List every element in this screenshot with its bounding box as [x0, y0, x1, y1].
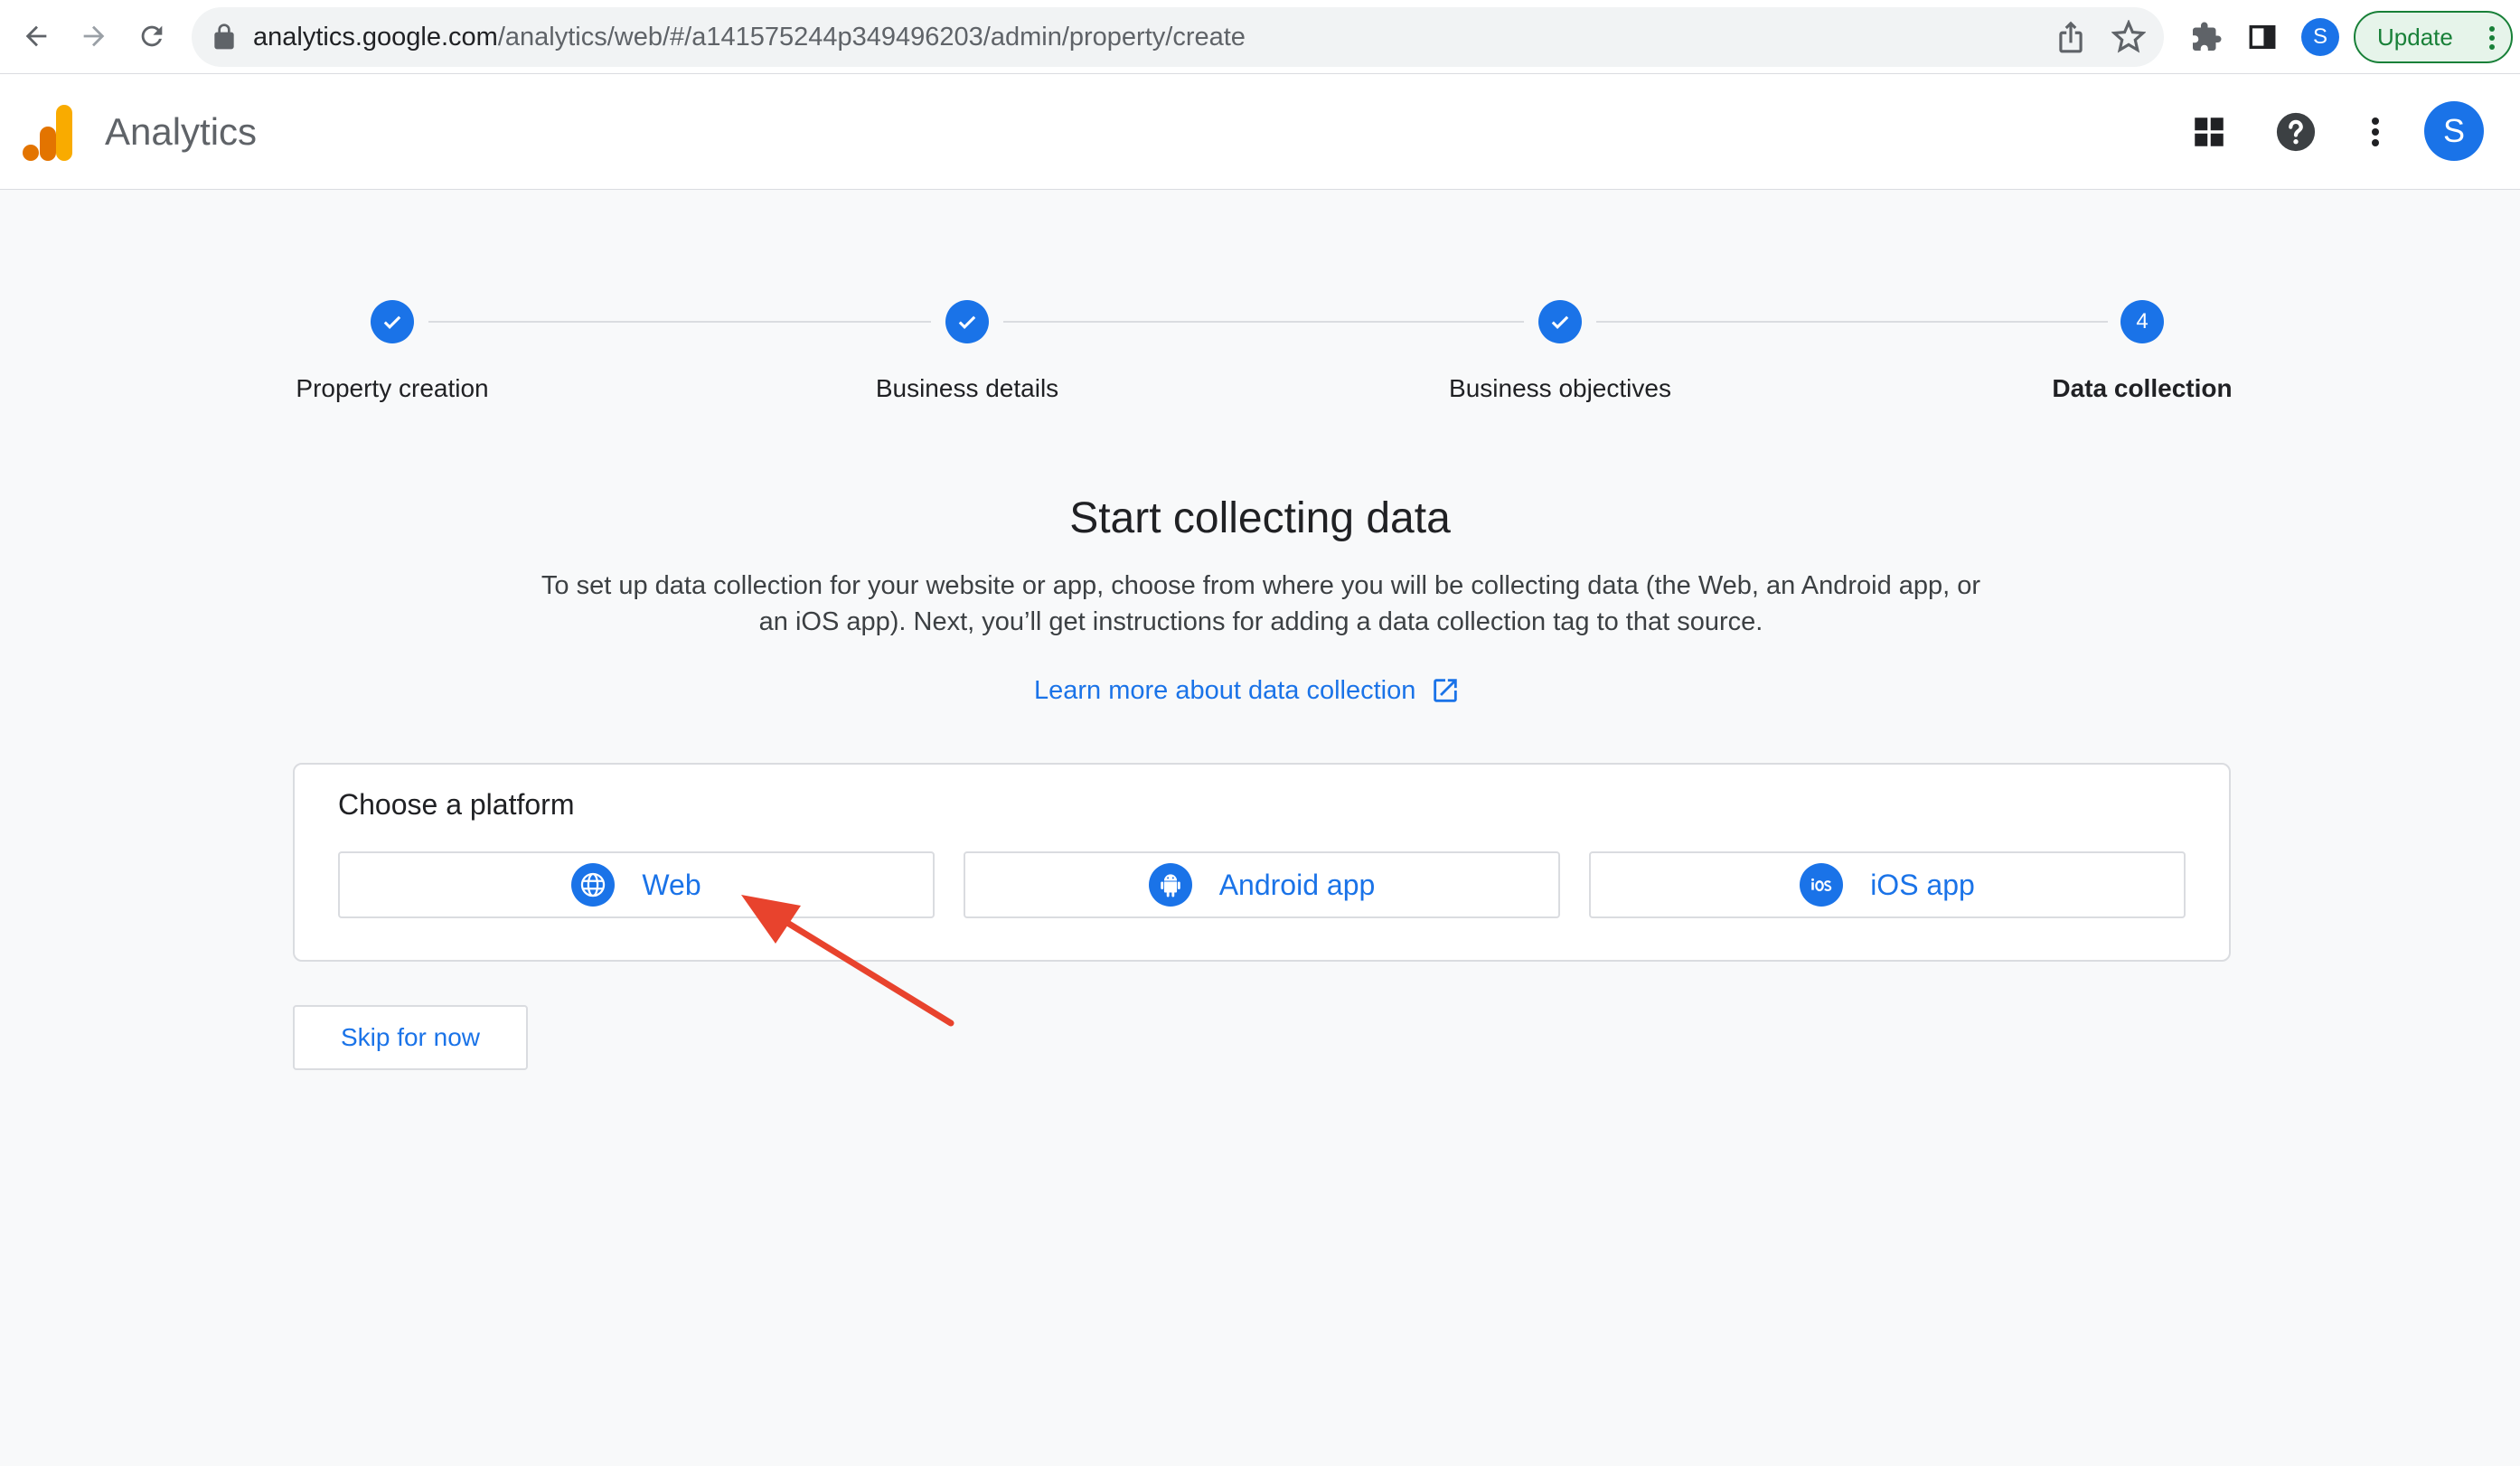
step-label-data-collection: Data collection [2052, 374, 2233, 402]
platform-card-title: Choose a platform [338, 788, 575, 821]
address-bar[interactable]: analytics.google.com/analytics/web/#/a14… [192, 7, 2164, 67]
check-icon [1551, 315, 1569, 329]
side-panel-icon[interactable] [2243, 18, 2281, 56]
update-button[interactable]: Update [2354, 11, 2513, 63]
web-platform-label: Web [642, 868, 701, 901]
back-button[interactable] [13, 13, 60, 60]
apps-grid-icon[interactable] [2184, 107, 2234, 157]
android-platform-button[interactable]: Android app [964, 851, 1560, 918]
ios-platform-button[interactable]: iOS app [1589, 851, 2186, 918]
arrow-right-icon [83, 25, 105, 47]
app-header: Analytics S [0, 74, 2520, 190]
step-complete-indicator [1538, 300, 1582, 343]
more-vert-icon [2489, 26, 2495, 50]
step-complete-indicator [371, 300, 414, 343]
globe-icon [571, 863, 616, 907]
arrow-left-icon [25, 25, 47, 47]
android-platform-label: Android app [1218, 868, 1376, 901]
ios-icon [1800, 863, 1844, 907]
ios-platform-label: iOS app [1870, 868, 1975, 901]
url-text: analytics.google.com/analytics/web/#/a14… [253, 7, 1246, 67]
reload-icon [141, 25, 163, 47]
skip-for-now-button[interactable]: Skip for now [293, 1005, 528, 1070]
platform-card: Choose a platform Web Android app iOS ap… [293, 763, 2231, 962]
step-label-business-details: Business details [875, 374, 1059, 402]
app-title: Analytics [105, 110, 258, 153]
learn-more-label: Learn more about data collection [1034, 676, 1416, 705]
share-icon[interactable] [2054, 20, 2088, 54]
step-number-indicator: 4 [2120, 300, 2164, 343]
url-path: /analytics/web/#/a141575244p349496203/ad… [497, 23, 1246, 52]
account-avatar[interactable]: S [2424, 101, 2484, 161]
annotation-arrow-icon [741, 895, 954, 1027]
page-title: Start collecting data [1069, 494, 1451, 542]
step-label-property-creation: Property creation [296, 374, 489, 402]
reload-button[interactable] [128, 13, 175, 60]
more-options-icon[interactable] [2350, 107, 2401, 157]
lock-icon [214, 23, 234, 50]
step-connector [1596, 321, 2108, 323]
update-label: Update [2377, 23, 2453, 51]
check-icon [958, 315, 976, 329]
url-host: analytics.google.com [253, 23, 498, 52]
step-complete-indicator [945, 300, 989, 343]
step-connector [1003, 321, 1524, 323]
extensions-icon[interactable] [2187, 18, 2225, 56]
step-connector [428, 321, 931, 323]
learn-more-link[interactable]: Learn more about data collection [1034, 672, 1461, 709]
open-in-new-icon [1434, 679, 1458, 702]
forward-button[interactable] [71, 13, 118, 60]
page-description: To set up data collection for your websi… [541, 571, 1981, 636]
step-label-business-objectives: Business objectives [1449, 374, 1671, 402]
help-icon[interactable] [2271, 107, 2321, 157]
check-icon [383, 315, 401, 329]
analytics-logo-icon [23, 105, 72, 161]
browser-profile-avatar[interactable]: S [2301, 18, 2339, 56]
bookmark-star-icon[interactable] [2111, 20, 2146, 54]
android-icon [1148, 863, 1192, 907]
browser-toolbar: analytics.google.com/analytics/web/#/a14… [0, 0, 2520, 74]
